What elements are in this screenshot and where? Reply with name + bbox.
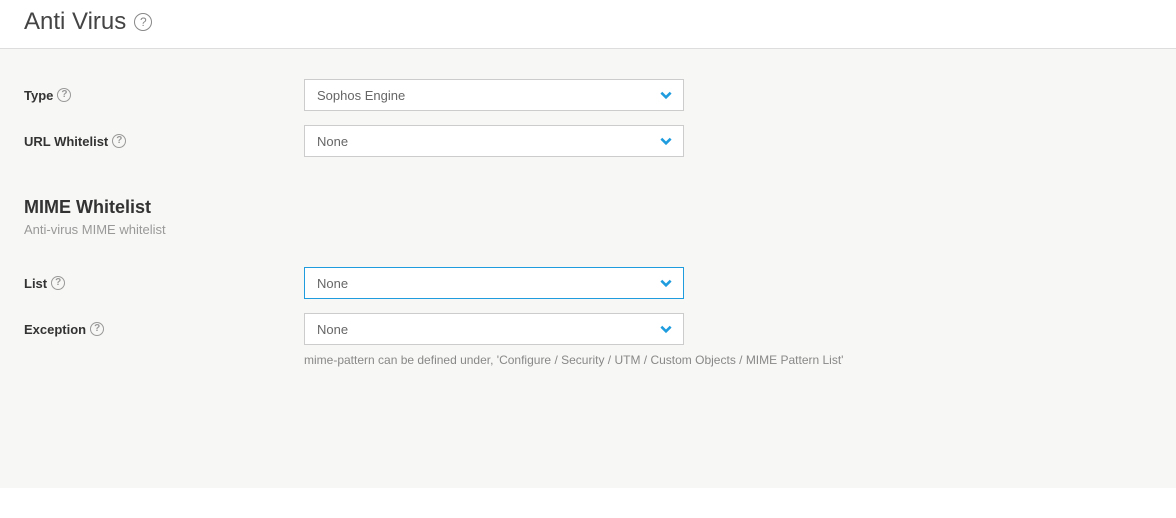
section-mime-whitelist: MIME Whitelist Anti-virus MIME whitelist bbox=[24, 197, 1152, 237]
select-list-value: None bbox=[317, 276, 348, 291]
row-exception: Exception ? None bbox=[24, 313, 1152, 345]
label-url-whitelist-text: URL Whitelist bbox=[24, 134, 108, 149]
label-url-whitelist: URL Whitelist ? bbox=[24, 134, 304, 149]
chevron-down-icon bbox=[659, 134, 673, 148]
select-url-whitelist[interactable]: None bbox=[304, 125, 684, 157]
select-exception[interactable]: None bbox=[304, 313, 684, 345]
row-list: List ? None bbox=[24, 267, 1152, 299]
form-area: Type ? Sophos Engine URL Whitelist ? Non… bbox=[0, 48, 1176, 488]
page-header: Anti Virus ? bbox=[0, 0, 1176, 48]
help-icon[interactable]: ? bbox=[90, 322, 104, 336]
help-icon[interactable]: ? bbox=[51, 276, 65, 290]
select-type-value: Sophos Engine bbox=[317, 88, 405, 103]
select-type[interactable]: Sophos Engine bbox=[304, 79, 684, 111]
label-list-text: List bbox=[24, 276, 47, 291]
help-icon[interactable]: ? bbox=[112, 134, 126, 148]
page-title: Anti Virus ? bbox=[24, 8, 1152, 36]
mime-hint: mime-pattern can be defined under, 'Conf… bbox=[304, 353, 1152, 367]
label-exception: Exception ? bbox=[24, 322, 304, 337]
select-url-whitelist-value: None bbox=[317, 134, 348, 149]
section-subtitle: Anti-virus MIME whitelist bbox=[24, 222, 1152, 237]
help-icon[interactable]: ? bbox=[57, 88, 71, 102]
label-type: Type ? bbox=[24, 88, 304, 103]
select-exception-value: None bbox=[317, 322, 348, 337]
row-type: Type ? Sophos Engine bbox=[24, 79, 1152, 111]
row-url-whitelist: URL Whitelist ? None bbox=[24, 125, 1152, 157]
chevron-down-icon bbox=[659, 322, 673, 336]
label-list: List ? bbox=[24, 276, 304, 291]
select-list[interactable]: None bbox=[304, 267, 684, 299]
label-type-text: Type bbox=[24, 88, 53, 103]
chevron-down-icon bbox=[659, 276, 673, 290]
section-title: MIME Whitelist bbox=[24, 197, 1152, 218]
page-title-text: Anti Virus bbox=[24, 8, 126, 36]
label-exception-text: Exception bbox=[24, 322, 86, 337]
chevron-down-icon bbox=[659, 88, 673, 102]
help-icon[interactable]: ? bbox=[134, 13, 152, 31]
